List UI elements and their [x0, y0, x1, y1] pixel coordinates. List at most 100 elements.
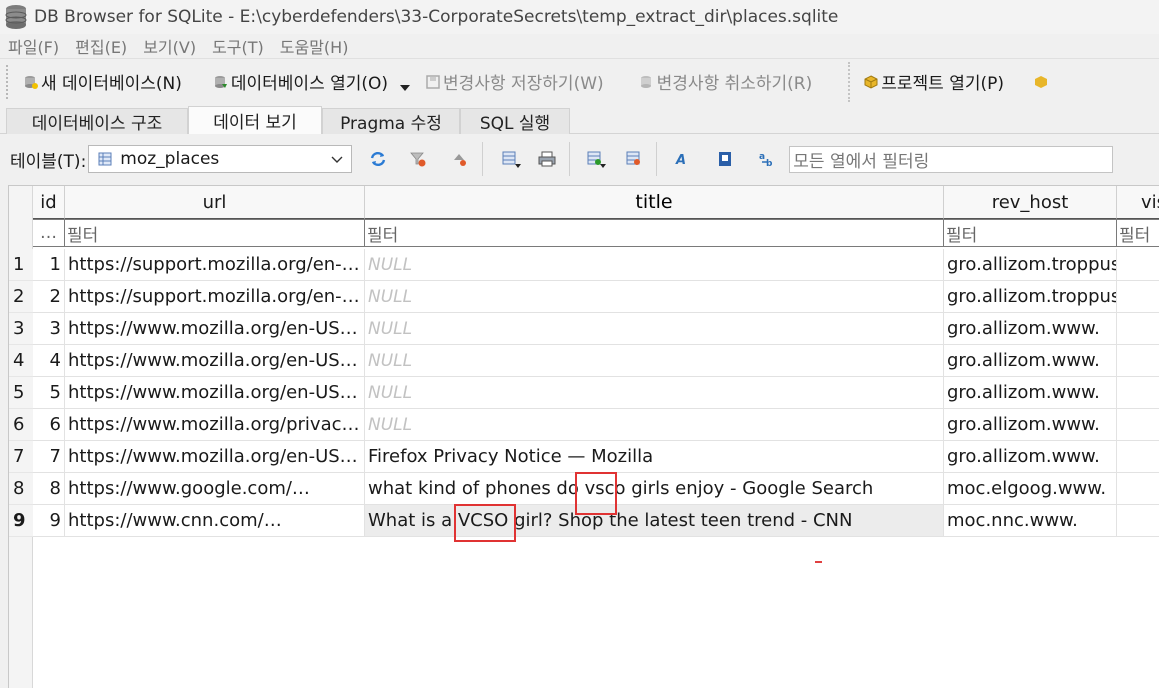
column-header-url[interactable]: url [65, 186, 365, 219]
cell-id[interactable]: 1 [33, 249, 65, 281]
cell-rev-host[interactable]: gro.allizom.www. [944, 441, 1117, 473]
font-format-button[interactable]: A [669, 145, 697, 173]
cell-url[interactable]: https://www.mozilla.org/en-US… [65, 313, 365, 345]
cell-rev-host[interactable]: gro.allizom.www. [944, 313, 1117, 345]
column-header-title[interactable]: title [365, 186, 944, 219]
column-header-visit[interactable]: visit [1117, 186, 1159, 219]
filter-all-columns-input[interactable]: 모든 열에서 필터링 [789, 145, 1114, 173]
table-row[interactable]: 2 2 https://support.mozilla.org/en-… NUL… [9, 281, 1159, 313]
find-replace-button[interactable]: ab [753, 145, 781, 173]
tab-execute-sql[interactable]: SQL 실행 [460, 108, 570, 134]
cell-id[interactable]: 8 [33, 473, 65, 505]
cell-rev-host[interactable]: gro.allizom.www. [944, 409, 1117, 441]
cell-title-null[interactable]: NULL [365, 345, 944, 377]
refresh-button[interactable] [364, 145, 392, 173]
cell-id[interactable]: 7 [33, 441, 65, 473]
sort-clear-button[interactable] [446, 145, 474, 173]
column-header-rev-host[interactable]: rev_host [944, 186, 1117, 219]
row-number[interactable]: 7 [9, 441, 33, 473]
cell-url[interactable]: https://www.google.com/… [65, 473, 365, 505]
cell-visit[interactable] [1117, 377, 1159, 409]
filter-cell-url[interactable]: 필터 [65, 219, 365, 247]
cell-visit[interactable] [1117, 249, 1159, 281]
table-row[interactable]: 3 3 https://www.mozilla.org/en-US… NULL … [9, 313, 1159, 345]
row-number[interactable]: 8 [9, 473, 33, 505]
cell-rev-host[interactable]: gro.allizom.www. [944, 345, 1117, 377]
filter-cell-id[interactable]: … [33, 219, 65, 247]
cell-title-null[interactable]: NULL [365, 281, 944, 313]
print-button[interactable] [533, 145, 561, 173]
cell-url[interactable]: https://www.mozilla.org/en-US… [65, 441, 365, 473]
filter-cell-rev-host[interactable]: 필터 [944, 219, 1117, 247]
revert-changes-button[interactable]: 변경사항 취소하기(R) [634, 65, 819, 99]
cell-title-null[interactable]: NULL [365, 249, 944, 281]
column-header-id[interactable]: id [33, 186, 65, 219]
row-number[interactable]: 1 [9, 249, 33, 281]
delete-record-button[interactable] [620, 145, 648, 173]
cell-title[interactable]: Firefox Privacy Notice — Mozilla [365, 441, 944, 473]
insert-record-button[interactable] [582, 145, 610, 173]
tab-edit-pragmas[interactable]: Pragma 수정 [322, 108, 460, 134]
table-row[interactable]: 4 4 https://www.mozilla.org/en-US… NULL … [9, 345, 1159, 377]
menu-view[interactable]: 보기(V) [143, 34, 196, 58]
menu-edit[interactable]: 편집(E) [75, 34, 127, 58]
cell-title-null[interactable]: NULL [365, 313, 944, 345]
clear-filters-button[interactable] [404, 145, 432, 173]
filter-cell-visit[interactable]: 필터 [1117, 219, 1159, 247]
cell-rev-host[interactable]: gro.allizom.troppus. [944, 281, 1117, 313]
write-changes-button[interactable]: 변경사항 저장하기(W) [420, 65, 610, 99]
open-database-button[interactable]: 데이터베이스 열기(O) [208, 65, 394, 99]
toolbar-grip[interactable] [6, 64, 10, 99]
cell-title-null[interactable]: NULL [365, 377, 944, 409]
table-row[interactable]: 1 1 https://support.mozilla.org/en-… NUL… [9, 249, 1159, 281]
cell-url[interactable]: https://www.cnn.com/… [65, 505, 365, 537]
open-project-button[interactable]: 프로젝트 열기(P) [858, 65, 1010, 99]
cell-title-null[interactable]: NULL [365, 409, 944, 441]
row-number[interactable]: 2 [9, 281, 33, 313]
cell-url[interactable]: https://www.mozilla.org/en-US… [65, 377, 365, 409]
tab-browse-data[interactable]: 데이터 보기 [188, 106, 322, 134]
cell-id[interactable]: 4 [33, 345, 65, 377]
menu-help[interactable]: 도움말(H) [280, 34, 349, 58]
cell-visit[interactable] [1117, 505, 1159, 537]
menu-file[interactable]: 파일(F) [8, 34, 59, 58]
row-number[interactable]: 5 [9, 377, 33, 409]
tab-database-structure[interactable]: 데이터베이스 구조 [6, 108, 188, 134]
table-select[interactable]: moz_places [88, 145, 353, 173]
menu-tools[interactable]: 도구(T) [212, 34, 264, 58]
cell-id[interactable]: 2 [33, 281, 65, 313]
cell-rev-host[interactable]: moc.nnc.www. [944, 505, 1117, 537]
save-project-icon[interactable] [1034, 75, 1048, 89]
cell-visit[interactable] [1117, 345, 1159, 377]
cell-id[interactable]: 9 [33, 505, 65, 537]
filter-cell-title[interactable]: 필터 [365, 219, 944, 247]
row-number[interactable]: 4 [9, 345, 33, 377]
cell-visit[interactable] [1117, 409, 1159, 441]
row-number[interactable]: 6 [9, 409, 33, 441]
table-row[interactable]: 5 5 https://www.mozilla.org/en-US… NULL … [9, 377, 1159, 409]
table-row[interactable]: 7 7 https://www.mozilla.org/en-US… Firef… [9, 441, 1159, 473]
row-number[interactable]: 9 [9, 505, 33, 537]
cell-id[interactable]: 5 [33, 377, 65, 409]
open-database-dropdown-icon[interactable] [400, 84, 411, 91]
cell-visit[interactable] [1117, 441, 1159, 473]
cell-rev-host[interactable]: gro.allizom.www. [944, 377, 1117, 409]
cell-id[interactable]: 6 [33, 409, 65, 441]
cell-url[interactable]: https://support.mozilla.org/en-… [65, 281, 365, 313]
table-row[interactable]: 6 6 https://www.mozilla.org/privac… NULL… [9, 409, 1159, 441]
cell-visit[interactable] [1117, 313, 1159, 345]
find-button[interactable] [711, 145, 739, 173]
cell-title[interactable]: what kind of phones do vsco girls enjoy … [365, 473, 944, 505]
row-number[interactable]: 3 [9, 313, 33, 345]
cell-visit[interactable] [1117, 281, 1159, 313]
cell-id[interactable]: 3 [33, 313, 65, 345]
cell-visit[interactable] [1117, 473, 1159, 505]
save-view-button[interactable] [497, 145, 525, 173]
cell-url[interactable]: https://www.mozilla.org/en-US… [65, 345, 365, 377]
cell-url[interactable]: https://support.mozilla.org/en-… [65, 249, 365, 281]
cell-title-selected[interactable]: What is a VCSO girl? Shop the latest tee… [365, 505, 944, 537]
new-database-button[interactable]: 새 데이터베이스(N) [18, 65, 188, 99]
cell-url[interactable]: https://www.mozilla.org/privac… [65, 409, 365, 441]
cell-rev-host[interactable]: moc.elgoog.www. [944, 473, 1117, 505]
cell-rev-host[interactable]: gro.allizom.troppus. [944, 249, 1117, 281]
